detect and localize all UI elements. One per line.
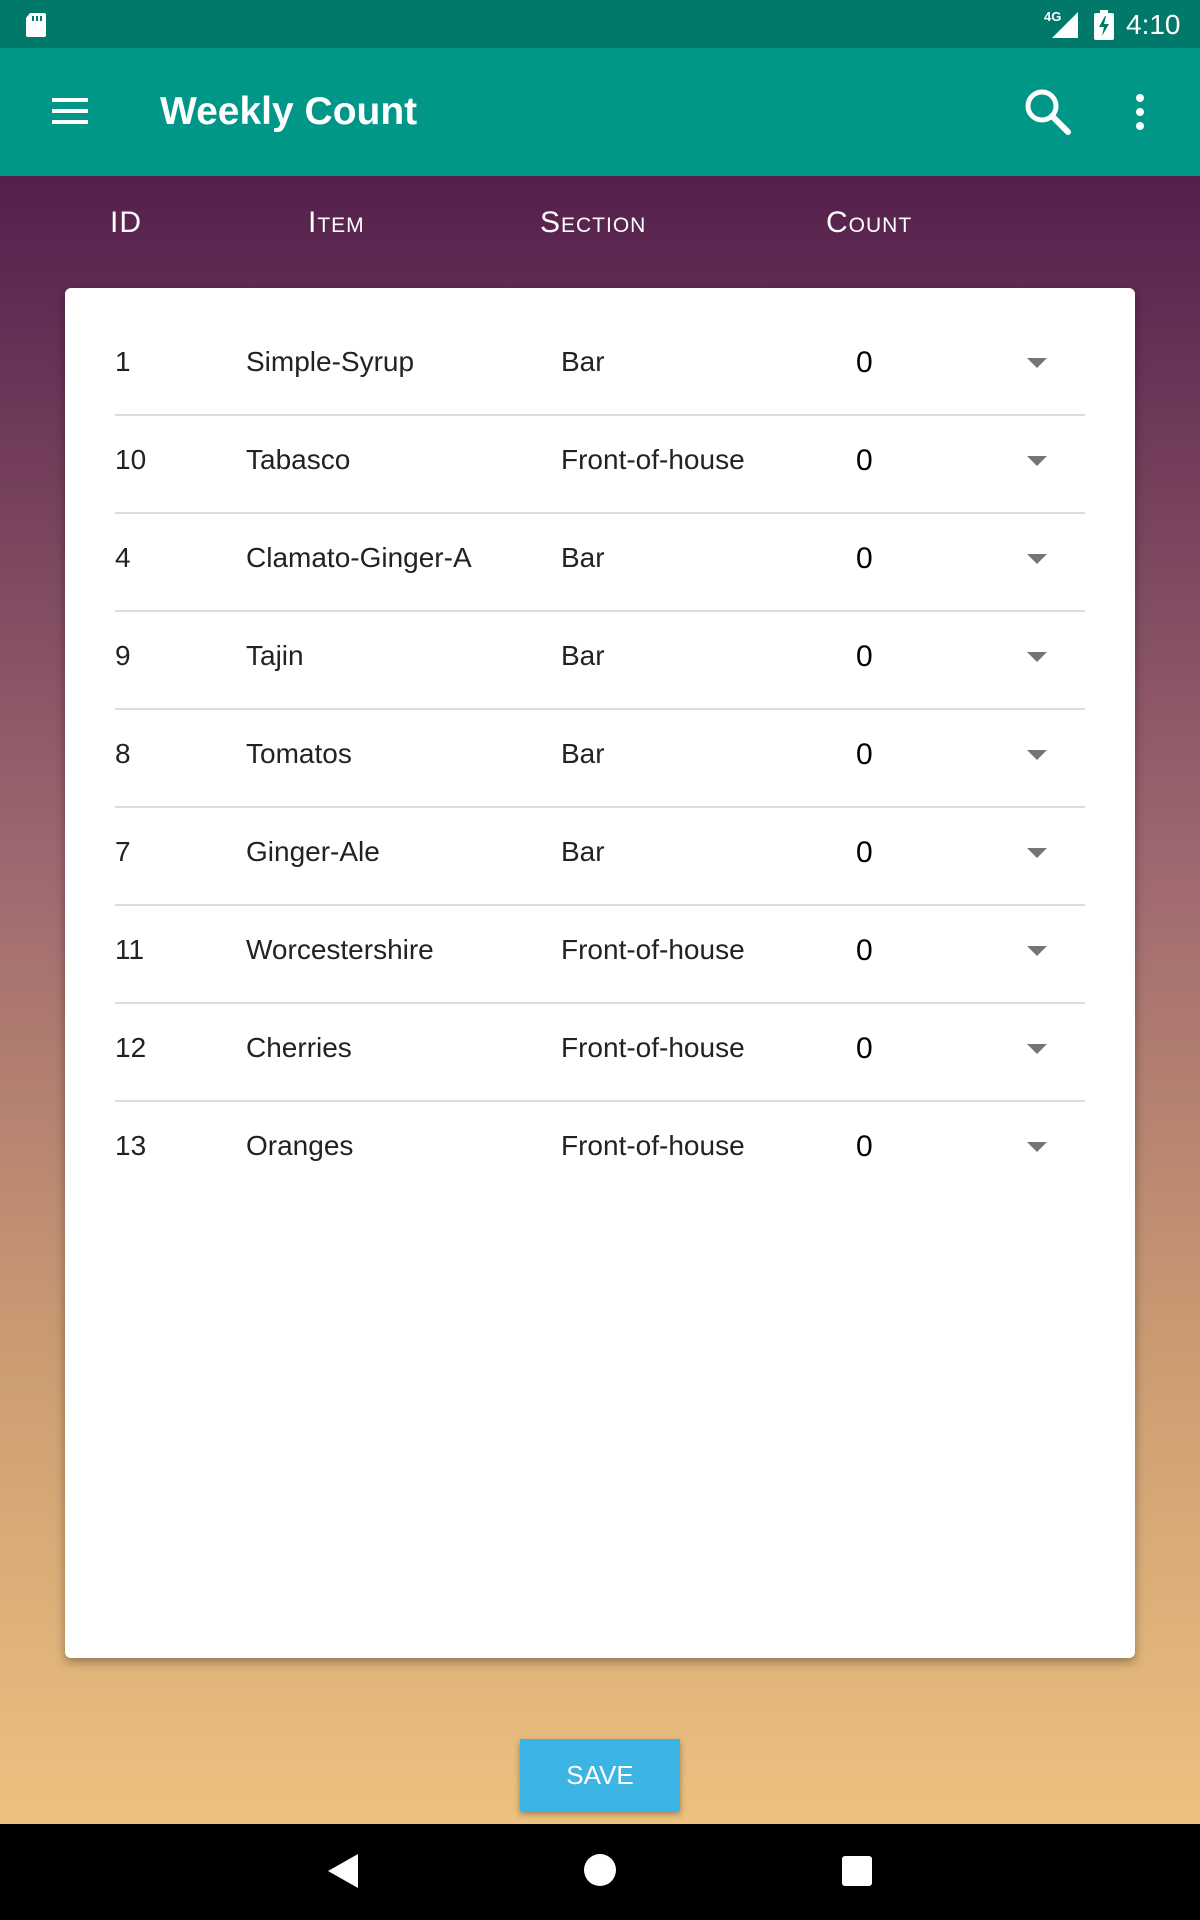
row-id: 13 [115,1130,147,1161]
count-spinner-value[interactable]: 0 [856,1032,873,1066]
row-item: Ginger-Ale [246,836,380,867]
column-header-id: ID [110,206,142,239]
inventory-card: 1 Simple-Syrup Bar 0 10 Tabasco Front-of… [65,288,1135,1658]
search-icon[interactable] [1022,86,1072,136]
dropdown-arrow-icon[interactable] [1027,946,1047,956]
navigation-bar [0,1824,1200,1920]
dropdown-arrow-icon[interactable] [1027,358,1047,368]
dropdown-arrow-icon[interactable] [1027,554,1047,564]
count-spinner-value[interactable]: 0 [856,444,873,478]
column-header-count: Count [826,206,913,239]
row-section: Front-of-house [561,1032,745,1063]
sd-card-icon [26,13,46,37]
row-item: Clamato-Ginger-A [246,542,472,573]
row-item: Cherries [246,1032,352,1063]
table-row: 8 Tomatos Bar 0 [115,710,1085,808]
table-row: 7 Ginger-Ale Bar 0 [115,808,1085,906]
row-id: 8 [115,738,131,769]
dropdown-arrow-icon[interactable] [1027,456,1047,466]
row-section: Bar [561,836,605,867]
count-spinner-value[interactable]: 0 [856,1130,873,1164]
count-spinner-value[interactable]: 0 [856,836,873,870]
menu-icon[interactable] [50,96,90,126]
row-id: 11 [115,934,145,965]
dropdown-arrow-icon[interactable] [1027,750,1047,760]
row-item: Tomatos [246,738,352,769]
count-spinner-value[interactable]: 0 [856,934,873,968]
content-area: ID Item Section Count 1 Simple-Syrup Bar… [0,176,1200,1824]
recents-icon[interactable] [842,1856,872,1886]
table-row: 13 Oranges Front-of-house 0 [115,1102,1085,1200]
row-id: 12 [115,1032,147,1063]
back-icon[interactable] [326,1852,360,1890]
save-button[interactable]: SAVE [520,1739,680,1811]
dropdown-arrow-icon[interactable] [1027,652,1047,662]
table-row: 12 Cherries Front-of-house 0 [115,1004,1085,1102]
row-id: 1 [115,346,131,377]
table-row: 9 Tajin Bar 0 [115,612,1085,710]
table-row: 11 Worcestershire Front-of-house 0 [115,906,1085,1004]
dropdown-arrow-icon[interactable] [1027,848,1047,858]
count-spinner-value[interactable]: 0 [856,542,873,576]
row-section: Bar [561,542,605,573]
count-spinner-value[interactable]: 0 [856,346,873,380]
table-row: 4 Clamato-Ginger-A Bar 0 [115,514,1085,612]
row-id: 9 [115,640,131,671]
row-section: Front-of-house [561,934,745,965]
dropdown-arrow-icon[interactable] [1027,1044,1047,1054]
row-item: Tajin [246,640,304,671]
row-id: 7 [115,836,131,867]
column-header-item: Item [308,206,365,239]
row-id: 4 [115,542,131,573]
row-section: Bar [561,346,605,377]
app-bar: Weekly Count [0,48,1200,176]
clock: 4:10 [1126,9,1181,40]
status-bar: 4G 4:10 [0,0,1200,48]
row-section: Bar [561,640,605,671]
home-icon[interactable] [584,1854,616,1886]
row-item: Tabasco [246,444,351,475]
row-item: Worcestershire [246,934,434,965]
count-spinner-value[interactable]: 0 [856,738,873,772]
page-title: Weekly Count [160,90,418,133]
row-item: Oranges [246,1130,354,1161]
battery-charging-icon [1094,10,1114,40]
row-id: 10 [115,444,147,475]
more-vert-icon[interactable] [1130,92,1150,132]
table-row: 1 Simple-Syrup Bar 0 [115,318,1085,416]
signal-icon [1052,12,1078,38]
row-item: Simple-Syrup [246,346,415,377]
row-section: Front-of-house [561,444,745,475]
column-header-section: Section [540,206,647,239]
table-row: 10 Tabasco Front-of-house 0 [115,416,1085,514]
count-spinner-value[interactable]: 0 [856,640,873,674]
row-section: Bar [561,738,605,769]
dropdown-arrow-icon[interactable] [1027,1142,1047,1152]
row-section: Front-of-house [561,1130,745,1161]
